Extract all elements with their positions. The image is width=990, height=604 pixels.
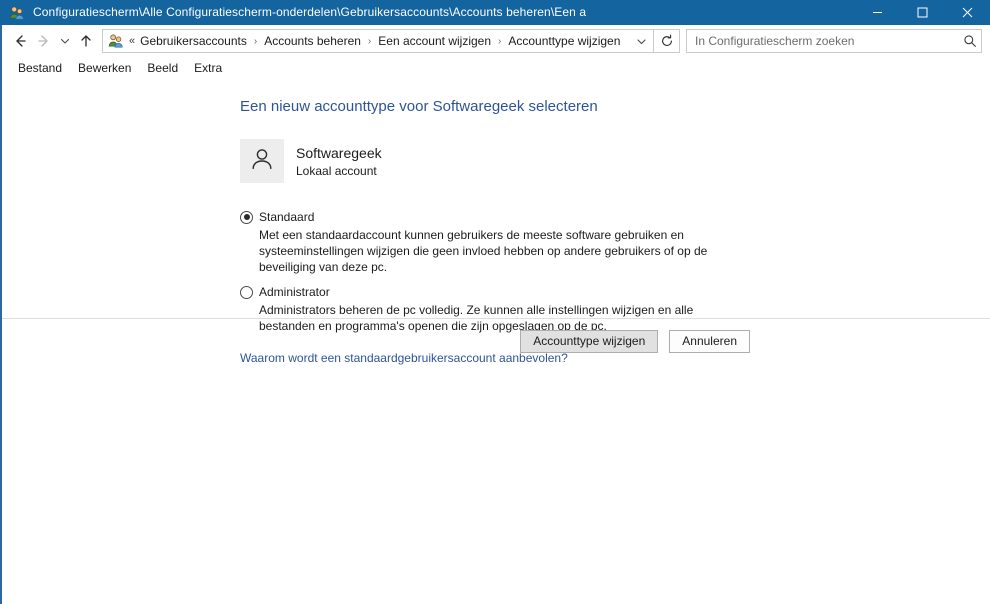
- search-icon[interactable]: [959, 34, 981, 48]
- content-area: Een nieuw accounttype voor Softwaregeek …: [2, 79, 990, 604]
- cancel-button[interactable]: Annuleren: [669, 329, 750, 353]
- address-bar[interactable]: « Gebruikersaccounts › Accounts beheren …: [102, 29, 654, 53]
- close-button[interactable]: [945, 0, 990, 25]
- radio-administrator[interactable]: [240, 285, 253, 299]
- breadcrumb-overflow-icon[interactable]: «: [129, 35, 135, 47]
- menu-item-beeld[interactable]: Beeld: [139, 57, 186, 79]
- refresh-icon[interactable]: [654, 29, 680, 53]
- user-name: Softwaregeek: [296, 144, 382, 161]
- option-administrator-label: Administrator: [259, 285, 330, 299]
- breadcrumb-separator-icon: ›: [367, 35, 372, 47]
- menu-bar: Bestand Bewerken Beeld Extra: [2, 57, 990, 79]
- action-bar: Accounttype wijzigen Annuleren: [2, 319, 990, 363]
- forward-arrow-icon[interactable]: [32, 29, 56, 53]
- breadcrumb-accounttype-wijzigen[interactable]: Accounttype wijzigen: [508, 34, 620, 48]
- option-standaard-label: Standaard: [259, 210, 315, 224]
- avatar: [240, 139, 284, 183]
- window-controls: [855, 0, 990, 25]
- up-arrow-icon[interactable]: [74, 29, 98, 53]
- breadcrumb-accounts-beheren[interactable]: Accounts beheren: [264, 34, 361, 48]
- breadcrumb-separator-icon: ›: [253, 35, 258, 47]
- window-title: Configuratiescherm\Alle Configuratiesche…: [33, 5, 587, 19]
- control-panel-window: Configuratiescherm\Alle Configuratiesche…: [0, 0, 990, 604]
- recent-locations-chevron-down-icon[interactable]: [56, 29, 74, 53]
- page-title: Een nieuw accounttype voor Softwaregeek …: [240, 98, 598, 115]
- user-summary: Softwaregeek Lokaal account: [240, 139, 990, 183]
- breadcrumb-separator-icon: ›: [498, 35, 502, 47]
- address-bar-chevron-down-icon[interactable]: [629, 30, 653, 52]
- user-details: Softwaregeek Lokaal account: [296, 144, 382, 179]
- option-standaard[interactable]: Standaard Met een standaardaccount kunne…: [240, 209, 990, 275]
- search-box[interactable]: [686, 29, 982, 53]
- option-administrator-head[interactable]: Administrator: [240, 284, 990, 300]
- radio-standaard[interactable]: [240, 210, 253, 224]
- option-standaard-description: Met een standaardaccount kunnen gebruike…: [259, 228, 708, 274]
- title-bar: Configuratiescherm\Alle Configuratiesche…: [0, 0, 990, 25]
- maximize-button[interactable]: [900, 0, 945, 25]
- navigation-bar: « Gebruikersaccounts › Accounts beheren …: [2, 25, 990, 57]
- change-account-type-button[interactable]: Accounttype wijzigen: [520, 329, 659, 353]
- person-icon: [248, 145, 276, 178]
- back-arrow-icon[interactable]: [8, 29, 32, 53]
- menu-item-bestand[interactable]: Bestand: [10, 57, 70, 79]
- breadcrumb-gebruikersaccounts[interactable]: Gebruikersaccounts: [140, 34, 247, 48]
- user-account-type: Lokaal account: [296, 163, 377, 178]
- menu-item-bewerken[interactable]: Bewerken: [70, 57, 139, 79]
- search-input[interactable]: [687, 34, 959, 48]
- user-accounts-icon: [9, 5, 25, 21]
- option-standaard-head[interactable]: Standaard: [240, 209, 990, 225]
- minimize-button[interactable]: [855, 0, 900, 25]
- breadcrumb-een-account-wijzigen[interactable]: Een account wijzigen: [378, 34, 491, 48]
- address-bar-user-accounts-icon: [108, 33, 124, 49]
- menu-item-extra[interactable]: Extra: [186, 57, 230, 79]
